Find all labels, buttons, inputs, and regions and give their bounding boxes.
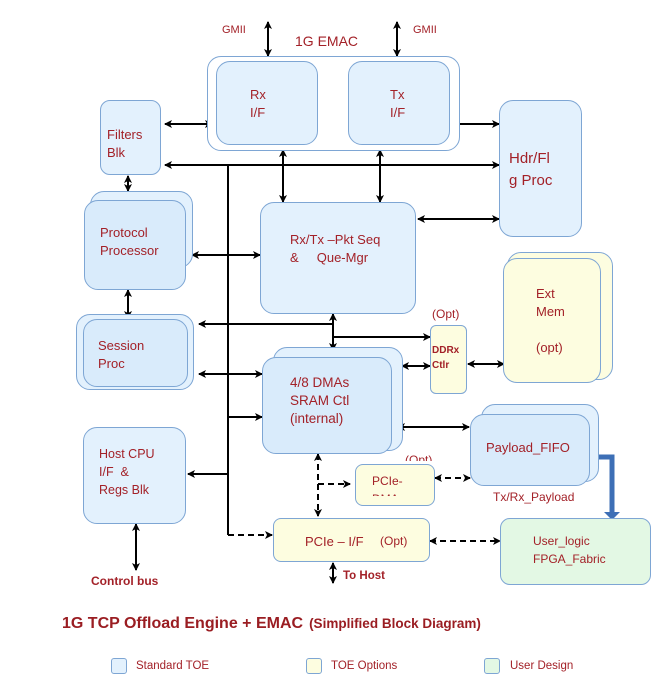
gmii-left-label: GMII <box>222 24 246 36</box>
legend-label-toe-options: TOE Options <box>331 660 398 672</box>
pcie-dma-opt-label: (Opt) <box>405 453 433 461</box>
user-logic-label: User_logic FPGA_Fabric <box>533 534 606 566</box>
payload-fifo-label: Payload_FIFO <box>486 440 570 455</box>
dma-label: 4/8 DMAs SRAM Ctl (internal) <box>290 375 350 426</box>
pcie-dma-label: PCIe- DMA <box>372 474 403 496</box>
payload-caption: Tx/Rx_Payload <box>493 490 575 504</box>
block-diagram: 1G EMAC GMII GMII Rx I/F Tx I/F Filters … <box>0 0 662 700</box>
ddr-opt-label: (Opt) <box>432 307 460 321</box>
legend-swatch-toe-options <box>306 658 322 674</box>
pcie-if-label: PCIe – I/F <box>305 534 364 549</box>
hdr-proc-label: Hdr/Fl g Proc <box>509 150 553 189</box>
gmii-right-label: GMII <box>413 24 437 36</box>
rx-if-block <box>216 61 318 145</box>
rx-if-label: Rx I/F <box>250 87 266 120</box>
legend-swatch-user-design <box>484 658 500 674</box>
legend-swatch-standard-toe <box>111 658 127 674</box>
host-cpu-label: Host CPU I/F & Regs Blk <box>99 447 155 497</box>
pkt-seq-label: Rx/Tx –Pkt Seq & Que-Mgr <box>290 232 381 265</box>
control-bus-label: Control bus <box>91 574 159 588</box>
filters-label: Filters Blk <box>107 127 143 160</box>
ddr-ctrl-label: DDRx Ctlr <box>432 345 460 371</box>
pcie-if-opt-label: (Opt) <box>380 534 408 548</box>
legend-label-user-design: User Design <box>510 660 574 672</box>
protocol-label: Protocol Processor <box>100 225 159 258</box>
session-label: Session Proc <box>98 338 145 371</box>
tx-if-label: Tx I/F <box>390 87 406 120</box>
diagram-caption: 1G TCP Offload Engine + EMAC (Simplified … <box>62 615 481 633</box>
legend-label-standard-toe: Standard TOE <box>136 660 210 672</box>
caption-subtitle: (Simplified Block Diagram) <box>309 616 481 631</box>
emac-title: 1G EMAC <box>295 33 359 49</box>
caption-title: 1G TCP Offload Engine + EMAC <box>62 615 304 632</box>
ext-mem-label: Ext Mem (opt) <box>536 286 565 355</box>
to-host-label: To Host <box>343 570 385 582</box>
